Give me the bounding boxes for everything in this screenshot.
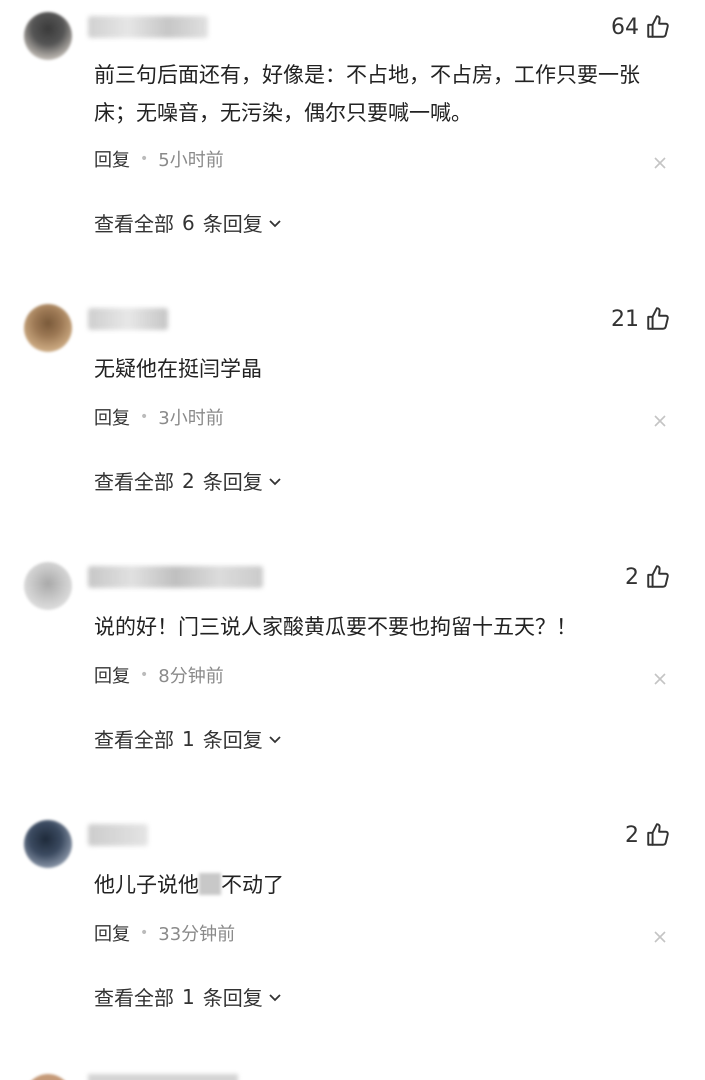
timestamp: 8分钟前 bbox=[158, 666, 224, 687]
dismiss-button[interactable] bbox=[653, 672, 667, 686]
avatar[interactable] bbox=[24, 1074, 72, 1080]
comment-text-part: 不动了 bbox=[221, 873, 284, 897]
timestamp: 3小时前 bbox=[158, 408, 224, 429]
avatar[interactable] bbox=[24, 12, 72, 60]
comment-feed: 64 前三句后面还有，好像是：不占地，不占房，工作只要一张床；无噪音，无污染，偶… bbox=[0, 0, 705, 1080]
thumb-up-outline-icon bbox=[647, 307, 669, 330]
username-redacted[interactable] bbox=[88, 1074, 238, 1080]
like-count: 2 bbox=[625, 822, 639, 848]
comment-text: 说的好！门三说人家酸黄瓜要不要也拘留十五天？！ bbox=[94, 615, 577, 639]
view-all-replies-button[interactable]: 查看全部 2 条回复 bbox=[94, 466, 283, 495]
comment-meta: 回复 • 33分钟前 bbox=[94, 920, 235, 946]
dismiss-button[interactable] bbox=[653, 156, 667, 170]
dismiss-button[interactable] bbox=[653, 414, 667, 428]
comment-item: 2 说的好！门三说人家酸黄瓜要不要也拘留十五天？！ 回复 • 8分钟前 查看全部… bbox=[0, 550, 705, 808]
like-button[interactable]: 64 bbox=[611, 14, 671, 40]
thumb-up-outline-icon bbox=[647, 15, 669, 38]
reply-count: 6 bbox=[182, 210, 195, 235]
view-all-prefix: 查看全部 bbox=[94, 470, 174, 494]
reply-button[interactable]: 回复 bbox=[94, 404, 130, 430]
reply-count: 1 bbox=[182, 726, 195, 751]
view-all-prefix: 查看全部 bbox=[94, 986, 174, 1010]
comment-meta: 回复 • 3小时前 bbox=[94, 404, 224, 430]
view-all-prefix: 查看全部 bbox=[94, 212, 174, 236]
reply-count: 1 bbox=[182, 984, 195, 1009]
username-redacted[interactable] bbox=[88, 566, 263, 588]
view-all-prefix: 查看全部 bbox=[94, 728, 174, 752]
close-x-icon bbox=[654, 157, 666, 169]
view-all-suffix: 条回复 bbox=[202, 212, 263, 236]
reply-button[interactable]: 回复 bbox=[94, 146, 130, 172]
username-redacted[interactable] bbox=[88, 824, 148, 846]
like-button[interactable]: 2 bbox=[625, 564, 671, 590]
reply-count: 2 bbox=[182, 468, 195, 493]
timestamp: 33分钟前 bbox=[158, 924, 236, 945]
view-all-replies-button[interactable]: 查看全部 6 条回复 bbox=[94, 208, 283, 237]
chevron-down-icon bbox=[269, 477, 281, 485]
avatar[interactable] bbox=[24, 562, 72, 610]
close-x-icon bbox=[654, 673, 666, 685]
comment-meta: 回复 • 8分钟前 bbox=[94, 662, 224, 688]
separator-dot: • bbox=[140, 151, 149, 167]
like-button[interactable]: 21 bbox=[611, 306, 671, 332]
timestamp: 5小时前 bbox=[158, 150, 224, 171]
view-all-suffix: 条回复 bbox=[202, 728, 263, 752]
comment-item: 21 无疑他在挺闫学晶 回复 • 3小时前 查看全部 2 条回复 bbox=[0, 292, 705, 550]
comment-meta: 回复 • 5小时前 bbox=[94, 146, 224, 172]
avatar[interactable] bbox=[24, 304, 72, 352]
chevron-down-icon bbox=[269, 993, 281, 1001]
comment-text: 他儿子说他 不动了 bbox=[94, 866, 674, 904]
comment-text: 无疑他在挺闫学晶 bbox=[94, 357, 262, 381]
comment-text: 前三句后面还有，好像是：不占地，不占房，工作只要一张床；无噪音，无污染，偶尔只要… bbox=[94, 63, 640, 125]
redacted-character bbox=[199, 873, 221, 895]
username-redacted[interactable] bbox=[88, 308, 168, 330]
reply-button[interactable]: 回复 bbox=[94, 920, 130, 946]
chevron-down-icon bbox=[269, 219, 281, 227]
close-x-icon bbox=[654, 931, 666, 943]
view-all-replies-button[interactable]: 查看全部 1 条回复 bbox=[94, 982, 283, 1011]
separator-dot: • bbox=[140, 409, 149, 425]
thumb-up-outline-icon bbox=[647, 823, 669, 846]
dismiss-button[interactable] bbox=[653, 930, 667, 944]
thumb-up-outline-icon bbox=[647, 565, 669, 588]
like-button[interactable]: 2 bbox=[625, 822, 671, 848]
comment-item: 2 他儿子说他 不动了 回复 • 33分钟前 查看全部 1 条回复 bbox=[0, 808, 705, 1066]
chevron-down-icon bbox=[269, 735, 281, 743]
like-count: 2 bbox=[625, 564, 639, 590]
view-all-suffix: 条回复 bbox=[202, 470, 263, 494]
separator-dot: • bbox=[140, 925, 149, 941]
separator-dot: • bbox=[140, 667, 149, 683]
like-count: 64 bbox=[611, 14, 639, 40]
avatar[interactable] bbox=[24, 820, 72, 868]
username-redacted[interactable] bbox=[88, 16, 208, 38]
close-x-icon bbox=[654, 415, 666, 427]
comment-text-part: 他儿子说他 bbox=[94, 873, 199, 897]
view-all-suffix: 条回复 bbox=[202, 986, 263, 1010]
like-count: 21 bbox=[611, 306, 639, 332]
comment-item: 64 前三句后面还有，好像是：不占地，不占房，工作只要一张床；无噪音，无污染，偶… bbox=[0, 0, 705, 258]
view-all-replies-button[interactable]: 查看全部 1 条回复 bbox=[94, 724, 283, 753]
reply-button[interactable]: 回复 bbox=[94, 662, 130, 688]
